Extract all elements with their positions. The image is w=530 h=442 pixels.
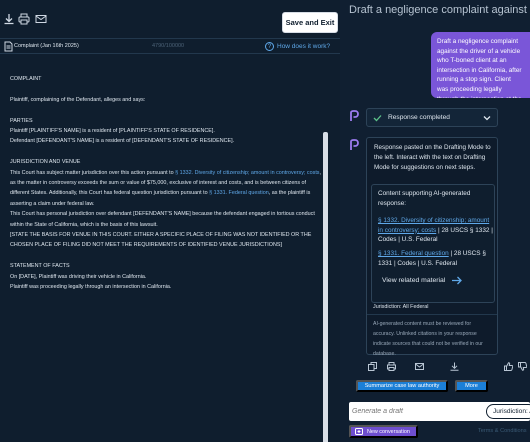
document-icon xyxy=(3,41,13,52)
document-editor[interactable]: COMPLAINT Plaintiff, complaining of the … xyxy=(0,54,340,442)
divider xyxy=(367,314,497,315)
editor-content[interactable]: COMPLAINT Plaintiff, complaining of the … xyxy=(10,74,322,292)
character-count: 4790/100000 xyxy=(152,43,185,49)
editor-paragraph: Plaintiff, complaining of the Defendant,… xyxy=(10,96,146,103)
jurisdiction-text: This Court has subject matter jurisdicti… xyxy=(10,169,176,176)
view-related-label: View related material xyxy=(382,277,446,284)
thumbs-up-icon[interactable] xyxy=(504,362,513,371)
chat-plus-icon xyxy=(355,427,363,436)
editor-paragraph: Plaintiff [PLAINTIFF'S NAME] is a reside… xyxy=(10,128,215,134)
help-link-label: How does it work? xyxy=(277,43,331,50)
source-1331-link[interactable]: § 1331. Federal question xyxy=(378,250,449,257)
editor-paragraph: This Court has personal jurisdiction ove… xyxy=(10,211,315,228)
editor-paragraph: JURISDICTION AND VENUE xyxy=(10,159,81,166)
drafting-toolbar: Save and Exit xyxy=(0,0,340,38)
terms-and-conditions-link[interactable]: Terms & Conditions xyxy=(478,428,527,434)
email-icon[interactable] xyxy=(415,362,424,371)
download-icon[interactable] xyxy=(450,362,459,371)
editor-paragraph: On [DATE], Plaintiff was driving their v… xyxy=(10,273,147,280)
new-conversation-button[interactable]: New conversation xyxy=(349,425,418,438)
more-button[interactable]: More xyxy=(455,380,488,392)
citation-1331-link[interactable]: § 1331. Federal question xyxy=(209,190,269,196)
print-icon[interactable] xyxy=(18,13,30,25)
response-status-dropdown[interactable]: Response completed xyxy=(366,108,498,127)
editor-paragraph: COMPLAINT xyxy=(10,76,42,82)
email-icon[interactable] xyxy=(35,13,47,25)
ai-response-card: Response pasted on the Drafting Mode to … xyxy=(366,137,498,357)
editor-paragraph: Plaintiff was proceeding legally through… xyxy=(10,284,172,291)
view-related-material-link[interactable]: View related material xyxy=(382,276,463,285)
supporting-content-box: Content supporting AI-generated response… xyxy=(371,184,495,303)
thumbs-down-icon[interactable] xyxy=(518,362,527,371)
arrow-right-icon xyxy=(451,276,463,285)
supporting-content-title: Content supporting AI-generated response… xyxy=(378,190,471,207)
generate-draft-input[interactable] xyxy=(352,404,482,419)
how-does-it-work-link[interactable]: ? How does it work? xyxy=(265,41,330,52)
editor-paragraph: STATEMENT OF FACTS xyxy=(10,263,70,270)
supporting-source-2: § 1331. Federal question | 28 USCS § 133… xyxy=(378,249,494,268)
response-actions xyxy=(368,362,528,372)
drafting-pane: Save and Exit Complaint (Jan 16th 2025) … xyxy=(0,0,340,442)
supporting-source-1: § 1332. Diversity of citizenship; amount… xyxy=(378,216,494,245)
chevron-down-icon xyxy=(483,115,491,121)
editor-paragraph: PARTIES xyxy=(10,117,33,124)
ai-avatar-icon xyxy=(349,139,359,151)
document-title: Complaint (Jan 16th 2025) xyxy=(14,43,79,49)
editor-paragraph: Defendant [DEFENDANT'S NAME] is a reside… xyxy=(10,138,235,145)
copy-icon[interactable] xyxy=(368,362,377,371)
print-icon[interactable] xyxy=(387,362,396,371)
new-conversation-label: New conversation xyxy=(367,428,410,435)
prompt-input-area: Jurisdiction: All xyxy=(349,402,530,421)
jurisdiction-paragraph: This Court has subject matter jurisdicti… xyxy=(10,168,322,210)
download-icon[interactable] xyxy=(3,13,15,25)
chat-title: Draft a negligence complaint against the… xyxy=(349,4,530,16)
jurisdiction-label: Jurisdiction: All Federal xyxy=(373,304,429,310)
help-icon: ? xyxy=(265,42,274,51)
document-header: Complaint (Jan 16th 2025) 4790/100000 ? … xyxy=(0,38,340,54)
summarize-case-law-button[interactable]: Summarize case law authority xyxy=(356,380,448,392)
ai-avatar-icon xyxy=(349,110,359,122)
editor-paragraph: [STATE THE BASIS FOR VENUE IN THIS COURT… xyxy=(10,232,312,249)
ai-disclaimer: AI-generated content must be reviewed fo… xyxy=(373,321,483,357)
editor-scrollbar[interactable] xyxy=(323,132,328,442)
citation-1332-link[interactable]: § 1332. Diversity of citizenship; amount… xyxy=(175,170,319,176)
response-status-label: Response completed xyxy=(388,114,450,121)
save-and-exit-button[interactable]: Save and Exit xyxy=(282,12,338,33)
user-message-bubble: Draft a negligence complaint against the… xyxy=(431,32,530,98)
jurisdiction-selector[interactable]: Jurisdiction: All xyxy=(486,404,530,419)
check-icon xyxy=(373,114,382,122)
response-text: Response pasted on the Drafting Mode to … xyxy=(374,144,491,171)
